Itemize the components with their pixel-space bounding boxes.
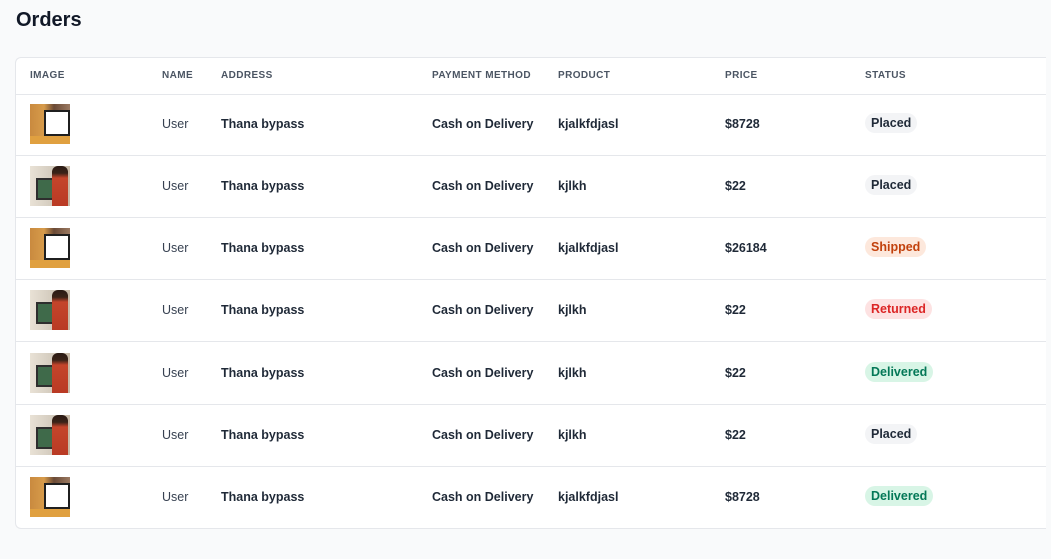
order-price: $22	[725, 366, 746, 380]
product-name: kjalkfdjasl	[558, 241, 619, 255]
payment-method: Cash on Delivery	[432, 241, 534, 255]
status-badge: Placed	[865, 175, 918, 195]
product-name: kjlkh	[558, 303, 587, 317]
customer-name: User	[162, 179, 189, 193]
customer-name: User	[162, 490, 189, 504]
status-badge: Placed	[865, 113, 918, 133]
product-name: kjalkfdjasl	[558, 490, 619, 504]
customer-name: User	[162, 366, 189, 380]
order-price: $26184	[725, 241, 767, 255]
order-price: $22	[725, 179, 746, 193]
order-price: $22	[725, 303, 746, 317]
customer-name: User	[162, 117, 189, 131]
table-row[interactable]: User Thana bypass Cash on Delivery kjlkh $22…	[16, 280, 1046, 342]
product-name: kjlkh	[558, 179, 587, 193]
product-thumbnail	[30, 104, 70, 144]
column-header-status: STATUS	[865, 70, 906, 81]
product-name: kjalkfdjasl	[558, 117, 619, 131]
product-name: kjlkh	[558, 428, 587, 442]
status-badge: Delivered	[865, 486, 934, 506]
order-price: $22	[725, 428, 746, 442]
payment-method: Cash on Delivery	[432, 303, 534, 317]
table-row[interactable]: User Thana bypass Cash on Delivery kjalkfdj…	[16, 94, 1046, 156]
product-thumbnail	[30, 415, 70, 455]
table-row[interactable]: User Thana bypass Cash on Delivery kjlkh $22…	[16, 343, 1046, 405]
product-thumbnail	[30, 290, 70, 330]
customer-name: User	[162, 303, 189, 317]
payment-method: Cash on Delivery	[432, 428, 534, 442]
table-header: IMAGE NAME ADDRESS PAYMENT METHOD PRODUC…	[16, 58, 1046, 95]
payment-method: Cash on Delivery	[432, 117, 534, 131]
payment-method: Cash on Delivery	[432, 366, 534, 380]
column-header-address: ADDRESS	[221, 70, 273, 81]
order-address: Thana bypass	[221, 241, 305, 255]
product-thumbnail	[30, 166, 70, 206]
order-address: Thana bypass	[221, 117, 305, 131]
status-badge: Placed	[865, 424, 918, 444]
order-address: Thana bypass	[221, 366, 305, 380]
status-badge: Delivered	[865, 362, 934, 382]
column-header-payment-method: PAYMENT METHOD	[432, 70, 531, 81]
order-address: Thana bypass	[221, 428, 305, 442]
status-badge: Returned	[865, 299, 932, 319]
product-name: kjlkh	[558, 366, 587, 380]
table-row[interactable]: User Thana bypass Cash on Delivery kjlkh $22…	[16, 156, 1046, 218]
column-header-price: PRICE	[725, 70, 758, 81]
order-address: Thana bypass	[221, 490, 305, 504]
column-header-image: IMAGE	[30, 70, 65, 81]
page-title: Orders	[16, 9, 82, 31]
customer-name: User	[162, 241, 189, 255]
column-header-name: NAME	[162, 70, 194, 81]
order-price: $8728	[725, 117, 760, 131]
order-price: $8728	[725, 490, 760, 504]
table-row[interactable]: User Thana bypass Cash on Delivery kjalkfdj…	[16, 218, 1046, 280]
product-thumbnail	[30, 353, 70, 393]
product-thumbnail	[30, 477, 70, 517]
product-thumbnail	[30, 228, 70, 268]
customer-name: User	[162, 428, 189, 442]
status-badge: Shipped	[865, 237, 927, 257]
orders-table: IMAGE NAME ADDRESS PAYMENT METHOD PRODUC…	[15, 57, 1046, 529]
table-row[interactable]: User Thana bypass Cash on Delivery kjlkh $22…	[16, 405, 1046, 467]
table-row[interactable]: User Thana bypass Cash on Delivery kjalkfdj…	[16, 467, 1046, 528]
column-header-product: PRODUCT	[558, 70, 611, 81]
order-address: Thana bypass	[221, 179, 305, 193]
order-address: Thana bypass	[221, 303, 305, 317]
payment-method: Cash on Delivery	[432, 490, 534, 504]
payment-method: Cash on Delivery	[432, 179, 534, 193]
